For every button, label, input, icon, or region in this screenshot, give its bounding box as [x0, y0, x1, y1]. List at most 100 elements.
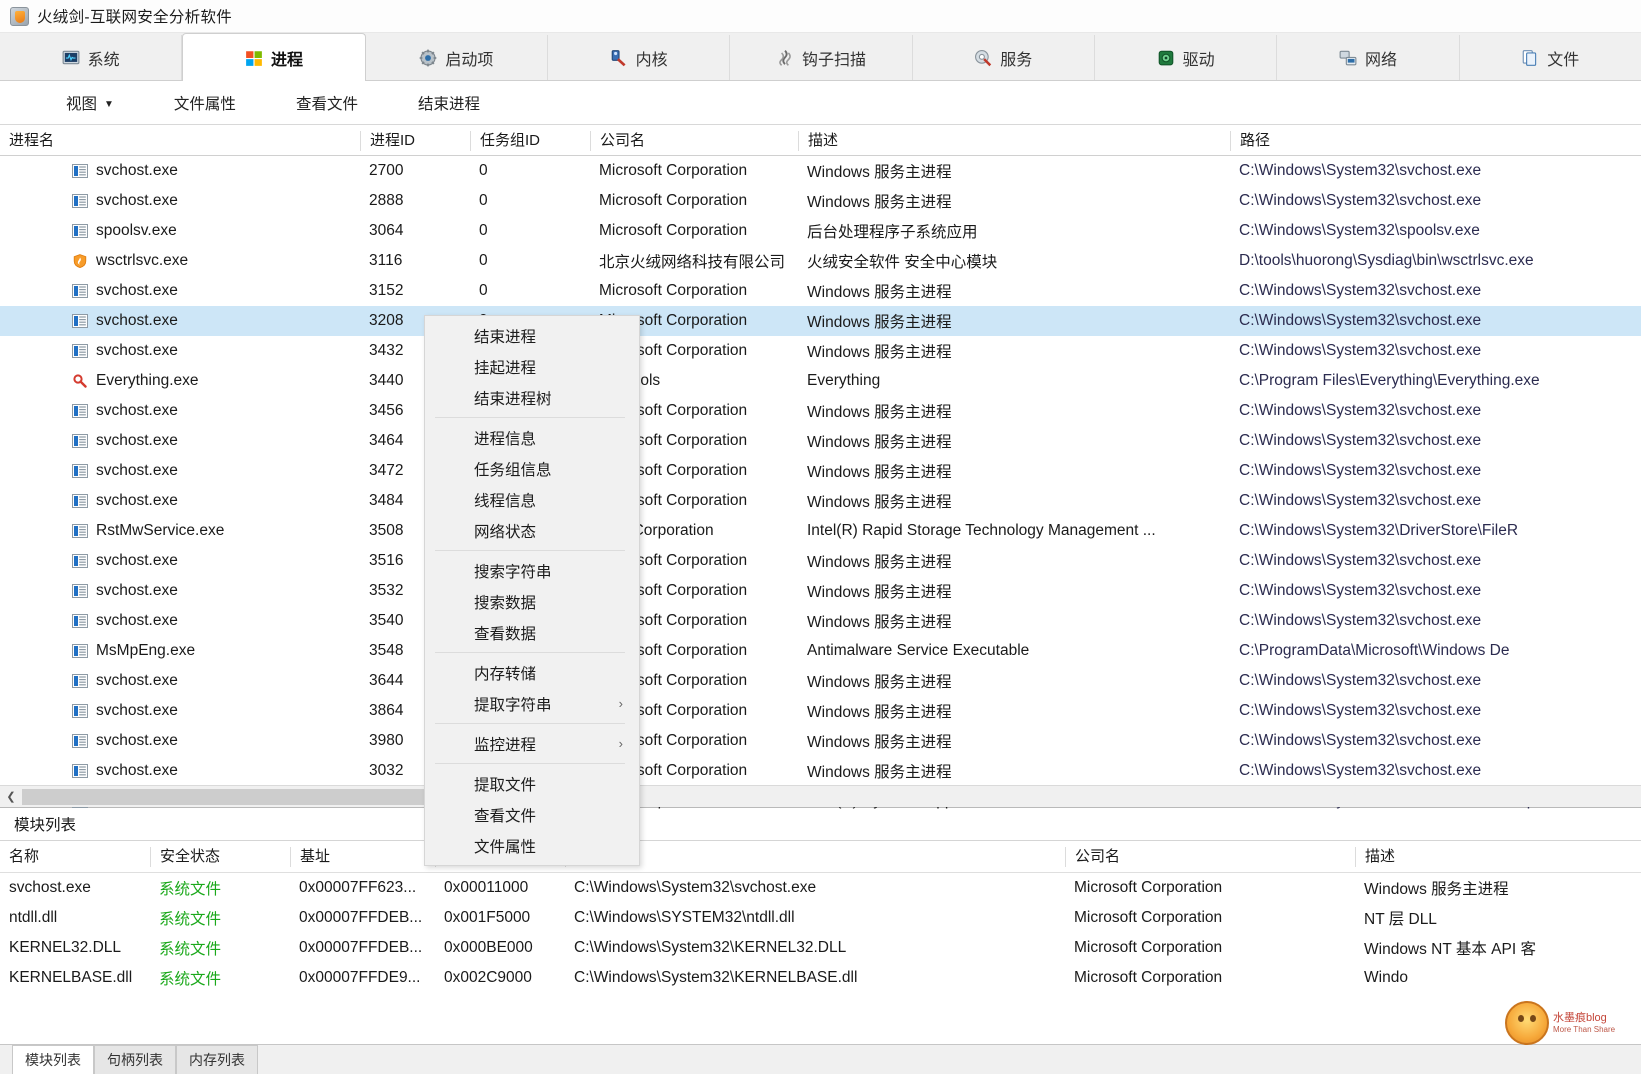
tab-8[interactable]: 文件: [1460, 35, 1641, 80]
menu-item-4-0[interactable]: 监控进程 ›: [425, 728, 639, 759]
table-row[interactable]: RstMwService.exe35080Intel CorporationIn…: [0, 516, 1641, 546]
process-pid-cell: 2888: [369, 192, 404, 209]
list-item[interactable]: KERNELBASE.dll 系统文件 0x00007FFDE9... 0x002C9…: [0, 963, 1641, 993]
tab-1[interactable]: 进程: [182, 33, 366, 81]
menu-item-0-2[interactable]: 结束进程树: [425, 382, 639, 413]
process-path-cell: C:\ProgramData\Microsoft\Windows De: [1239, 642, 1510, 659]
menu-item-label: 查看数据: [474, 625, 537, 643]
module-col-header-6[interactable]: 描述: [1355, 846, 1641, 867]
menu-item-label: 挂起进程: [474, 359, 537, 377]
list-item[interactable]: svchost.exe 系统文件 0x00007FF623... 0x00011000…: [0, 873, 1641, 903]
view-file-button[interactable]: 查看文件: [266, 92, 388, 114]
module-table-header[interactable]: 名称安全状态基址大小路径公司名描述: [0, 841, 1641, 873]
list-item[interactable]: KERNEL32.DLL 系统文件 0x00007FFDEB... 0x000BE00…: [0, 933, 1641, 963]
table-row[interactable]: svchost.exe35320Microsoft CorporationWin…: [0, 576, 1641, 606]
module-col-header-2[interactable]: 基址: [290, 846, 435, 867]
menu-item-2-2[interactable]: 查看数据: [425, 617, 639, 648]
menu-item-label: 结束进程树: [474, 390, 552, 408]
scroll-left-icon[interactable]: ❮: [0, 786, 22, 808]
menu-item-label: 提取字符串: [474, 696, 552, 714]
process-pid-cell: 2700: [369, 162, 404, 179]
process-name-cell: svchost.exe: [0, 492, 360, 510]
tab-6[interactable]: 驱动: [1095, 35, 1278, 80]
menu-item-1-1[interactable]: 任务组信息: [425, 453, 639, 484]
horizontal-scrollbar[interactable]: ❮: [0, 785, 1641, 807]
menu-item-2-1[interactable]: 搜索数据: [425, 586, 639, 617]
table-row[interactable]: svchost.exe32080Microsoft CorporationWin…: [0, 306, 1641, 336]
bottom-tabbar[interactable]: 模块列表 句柄列表 内存列表: [0, 1044, 1641, 1074]
process-table-header[interactable]: 进程名 进程ID 任务组ID 公司名 描述 路径: [0, 125, 1641, 156]
bottom-tab-0[interactable]: 模块列表: [12, 1045, 94, 1074]
table-row[interactable]: svchost.exe34640Microsoft CorporationWin…: [0, 426, 1641, 456]
menu-item-5-1[interactable]: 查看文件: [425, 799, 639, 830]
process-context-menu[interactable]: 结束进程挂起进程结束进程树进程信息任务组信息线程信息 网络状态搜索字符串 搜索数据查…: [424, 315, 640, 866]
module-table-body[interactable]: svchost.exe 系统文件 0x00007FF623... 0x00011000…: [0, 873, 1641, 993]
module-col-header-4[interactable]: 路径: [565, 846, 1065, 867]
main-tabbar[interactable]: 系统 进程 启动项 内核 钩子扫描 服务 驱动 网络 文件: [0, 33, 1641, 81]
tab-0[interactable]: 系统: [0, 35, 183, 80]
tab-2[interactable]: 启动项: [366, 35, 548, 80]
file-properties-button[interactable]: 文件属性: [144, 92, 266, 114]
watermark: 水墨痕blog More Than Share: [1505, 1000, 1635, 1046]
module-desc-cell: Windows 服务主进程: [1364, 881, 1509, 898]
magnifier-icon: [73, 374, 87, 388]
menu-item-0-1[interactable]: 挂起进程: [425, 351, 639, 382]
menu-item-2-0[interactable]: 搜索字符串: [425, 555, 639, 586]
process-col-header-0[interactable]: 进程名: [0, 131, 360, 151]
table-row[interactable]: wsctrlsvc.exe 3116 0 北京火绒网络科技有限公司 火绒安全软件 安全中…: [0, 246, 1641, 276]
table-row[interactable]: svchost.exe35160Microsoft CorporationWin…: [0, 546, 1641, 576]
hook-scan-icon: [779, 49, 791, 66]
list-item[interactable]: ntdll.dll 系统文件 0x00007FFDEB... 0x001F5000 C:…: [0, 903, 1641, 933]
table-row[interactable]: MsMpEng.exe35480Microsoft CorporationAnt…: [0, 636, 1641, 666]
table-row[interactable]: svchost.exe34560Microsoft CorporationWin…: [0, 396, 1641, 426]
bottom-tab-1[interactable]: 句柄列表: [94, 1045, 176, 1074]
table-row[interactable]: svchost.exe35400Microsoft CorporationWin…: [0, 606, 1641, 636]
tab-4[interactable]: 钩子扫描: [730, 35, 913, 80]
bottom-tab-2[interactable]: 内存列表: [176, 1045, 258, 1074]
menu-item-0-0[interactable]: 结束进程: [425, 320, 639, 351]
table-row[interactable]: svchost.exe34320Microsoft CorporationWin…: [0, 336, 1641, 366]
end-process-button[interactable]: 结束进程: [388, 92, 510, 114]
process-group-cell: 0: [479, 162, 488, 179]
process-table-body[interactable]: svchost.exe 2700 0 Microsoft Corporation Win…: [0, 156, 1641, 816]
tab-7[interactable]: 网络: [1277, 35, 1460, 80]
menu-item-label: 任务组信息: [474, 461, 552, 479]
table-row[interactable]: svchost.exe34840Microsoft CorporationWin…: [0, 486, 1641, 516]
table-row[interactable]: svchost.exe36440Microsoft CorporationWin…: [0, 666, 1641, 696]
module-name-cell: svchost.exe: [9, 879, 91, 896]
process-col-header-1[interactable]: 进程ID: [360, 130, 470, 151]
process-col-header-4[interactable]: 描述: [798, 130, 1230, 151]
process-name-cell: svchost.exe: [0, 342, 360, 360]
table-row[interactable]: svchost.exe39800Microsoft CorporationWin…: [0, 726, 1641, 756]
table-row[interactable]: svchost.exe 2700 0 Microsoft Corporation Win…: [0, 156, 1641, 186]
table-row[interactable]: svchost.exe 2888 0 Microsoft Corporation Win…: [0, 186, 1641, 216]
menu-item-1-2[interactable]: 线程信息: [425, 484, 639, 515]
table-row[interactable]: spoolsv.exe 3064 0 Microsoft Corporation 后台处…: [0, 216, 1641, 246]
menu-item-5-2[interactable]: 文件属性: [425, 830, 639, 861]
table-row[interactable]: svchost.exe38640Microsoft CorporationWin…: [0, 696, 1641, 726]
process-desc-cell: Windows 服务主进程: [807, 314, 952, 331]
process-path-cell: C:\Windows\System32\svchost.exe: [1239, 282, 1482, 299]
menu-item-1-3[interactable]: 网络状态: [425, 515, 639, 546]
tab-5[interactable]: 服务: [913, 35, 1095, 80]
view-menu-button[interactable]: 视图 ▼: [36, 92, 144, 114]
process-col-header-5[interactable]: 路径: [1230, 130, 1641, 151]
menu-item-3-0[interactable]: 内存转储: [425, 657, 639, 688]
tab-3[interactable]: 内核: [548, 35, 731, 80]
table-row[interactable]: Everything.exe34400voidtoolsEverythingC:…: [0, 366, 1641, 396]
menu-item-label: 查看文件: [474, 807, 537, 825]
menu-item-1-0[interactable]: 进程信息: [425, 422, 639, 453]
huorong-sword-window: 火绒剑-互联网安全分析软件 系统 进程 启动项 内核 钩子扫描 服务 驱动 网络 文件 视图 ▼ …: [0, 0, 1641, 1074]
module-col-header-0[interactable]: 名称: [0, 847, 150, 867]
table-row[interactable]: svchost.exe 3152 0 Microsoft Corporation Win…: [0, 276, 1641, 306]
smiley-face-icon: [1505, 1001, 1549, 1045]
module-col-header-5[interactable]: 公司名: [1065, 846, 1355, 867]
process-col-header-2[interactable]: 任务组ID: [470, 130, 590, 151]
process-col-header-3[interactable]: 公司名: [590, 130, 798, 151]
module-col-header-1[interactable]: 安全状态: [150, 846, 290, 867]
menu-item-5-0[interactable]: 提取文件: [425, 768, 639, 799]
menu-item-3-1[interactable]: 提取字符串 ›: [425, 688, 639, 719]
table-row[interactable]: svchost.exe34720Microsoft CorporationWin…: [0, 456, 1641, 486]
scrollbar-thumb[interactable]: [22, 788, 435, 805]
table-row[interactable]: svchost.exe30320Microsoft CorporationWin…: [0, 756, 1641, 786]
